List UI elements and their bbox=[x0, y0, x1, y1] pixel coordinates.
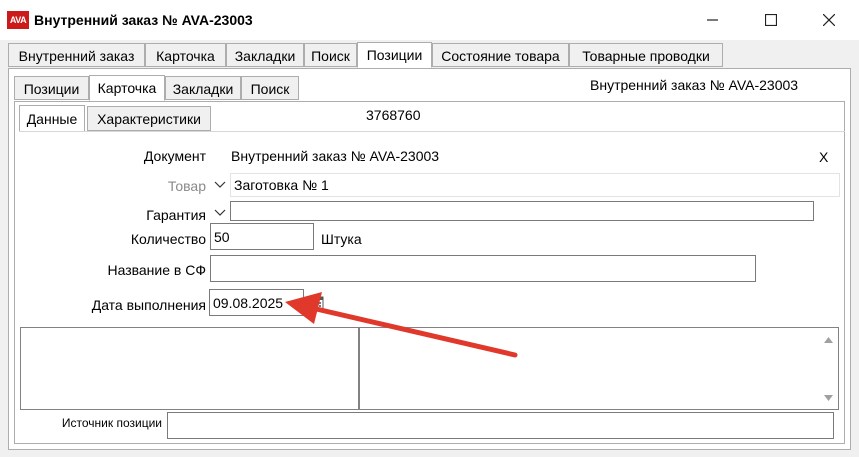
annotation-arrow bbox=[285, 292, 518, 358]
